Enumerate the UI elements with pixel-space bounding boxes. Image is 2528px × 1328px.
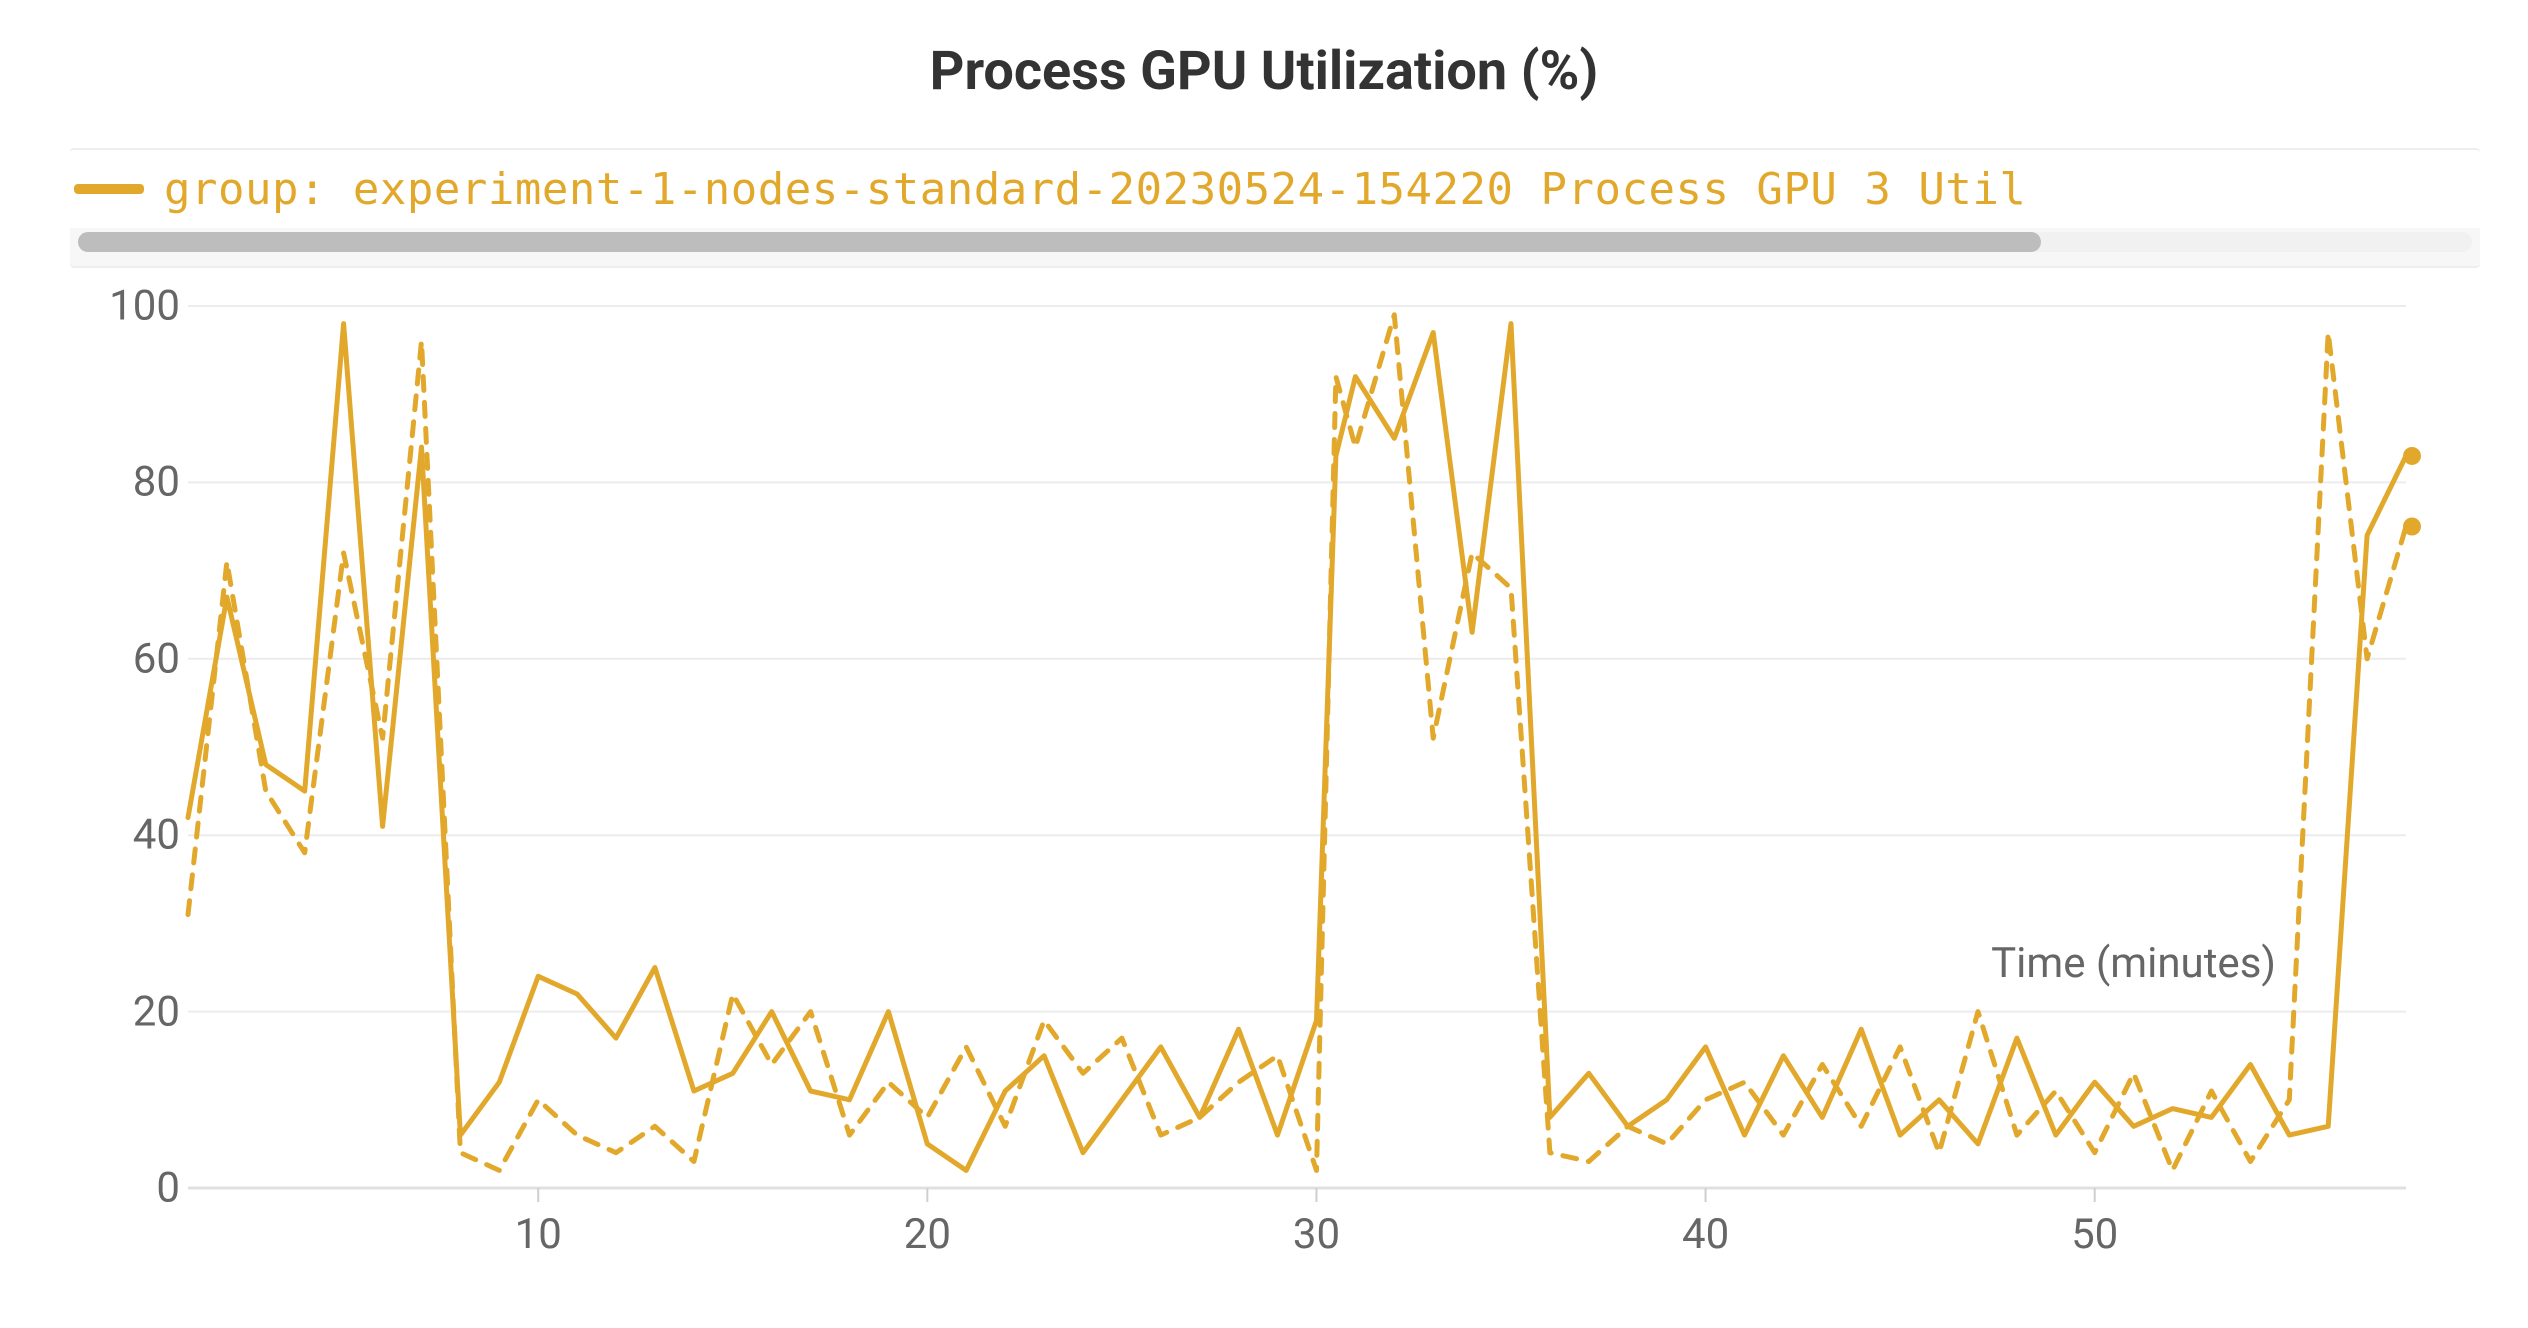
chart-title: Process GPU Utilization (%) [0,40,2528,103]
legend-scrollbar-thumb[interactable] [78,232,2041,252]
chart-container: Process GPU Utilization (%) group: exper… [0,0,2528,1328]
series-line-dashed [188,315,2406,1171]
legend-label: group: experiment-1-nodes-standard-20230… [164,164,2026,215]
y-tick-label: 80 [90,458,180,507]
x-tick-label: 20 [904,1210,951,1259]
y-tick-label: 60 [90,634,180,683]
x-axis-title: Time (minutes) [1991,939,2276,988]
y-tick-label: 100 [90,282,180,331]
y-tick-label: 20 [90,987,180,1036]
legend-scrollbar[interactable] [78,232,2472,252]
x-axis-labels: 10 20 30 40 50 [188,1210,2406,1270]
y-tick-label: 40 [90,811,180,860]
x-tick-label: 10 [515,1210,562,1259]
series-end-dot-dashed [2403,518,2421,536]
plot-svg [188,306,2406,1188]
series-end-dot-solid [2403,447,2421,465]
plot-area[interactable]: Time (minutes) [188,306,2406,1188]
y-axis-labels: 020406080100 [90,306,180,1188]
legend-swatch-icon [74,184,144,194]
series-line-solid [188,324,2406,1171]
legend: group: experiment-1-nodes-standard-20230… [70,148,2480,268]
y-tick-label: 0 [90,1164,180,1213]
legend-entry[interactable]: group: experiment-1-nodes-standard-20230… [70,150,2480,228]
x-tick-label: 50 [2071,1210,2118,1259]
x-tick-label: 30 [1293,1210,1340,1259]
x-tick-label: 40 [1682,1210,1729,1259]
